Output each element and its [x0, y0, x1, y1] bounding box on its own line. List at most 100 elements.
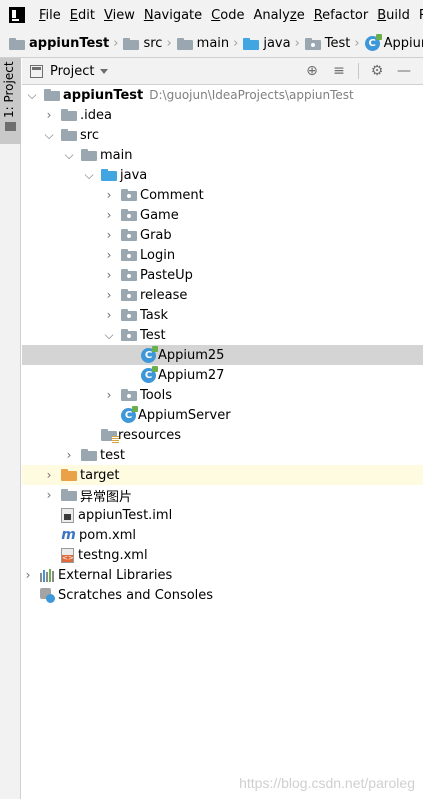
- excluded-folder-icon: [61, 469, 77, 481]
- source-folder-icon: [243, 37, 260, 50]
- package-icon: [121, 329, 137, 341]
- panel-title[interactable]: Project: [50, 64, 94, 79]
- tree-item-grab[interactable]: › Grab: [22, 225, 423, 245]
- gear-icon[interactable]: ⚙: [369, 63, 385, 79]
- libraries-icon: [40, 568, 55, 582]
- chevron-right-icon[interactable]: ›: [63, 448, 75, 462]
- chevron-right-icon: ›: [113, 36, 119, 51]
- tree-item-tools[interactable]: › Tools: [22, 385, 423, 405]
- package-icon: [121, 189, 137, 201]
- tree-item-error-images[interactable]: › 异常图片: [22, 485, 423, 505]
- java-class-icon: C: [141, 365, 158, 383]
- chevron-right-icon[interactable]: ›: [43, 488, 55, 502]
- folder-icon: [176, 37, 193, 50]
- package-icon: [121, 309, 137, 321]
- tree-item-task[interactable]: › Task: [22, 305, 423, 325]
- breadcrumb-appium25[interactable]: C Appium25: [364, 34, 423, 51]
- menu-build[interactable]: Build: [377, 8, 410, 23]
- chevron-down-icon[interactable]: ⌵: [63, 148, 75, 163]
- tree-item-main[interactable]: ⌵ main: [22, 145, 423, 165]
- folder-icon: [81, 449, 97, 461]
- tree-item-iml-file[interactable]: appiunTest.iml: [22, 505, 423, 525]
- tree-item-appium25[interactable]: C Appium25: [22, 345, 423, 365]
- project-tool-tab[interactable]: 1: Project: [0, 58, 21, 144]
- chevron-right-icon[interactable]: ›: [103, 188, 115, 202]
- chevron-right-icon[interactable]: ›: [103, 388, 115, 402]
- folder-icon: [5, 122, 16, 131]
- chevron-right-icon: ›: [166, 36, 172, 51]
- chevron-right-icon[interactable]: ›: [43, 468, 55, 482]
- chevron-down-icon[interactable]: ⌵: [26, 88, 38, 103]
- chevron-right-icon[interactable]: ›: [103, 268, 115, 282]
- menu-edit[interactable]: Edit: [70, 8, 95, 23]
- tree-item-appium27[interactable]: C Appium27: [22, 365, 423, 385]
- menu-file[interactable]: File: [39, 8, 61, 23]
- chevron-right-icon[interactable]: ›: [43, 108, 55, 122]
- menu-view[interactable]: View: [104, 8, 135, 23]
- tree-item-test-package[interactable]: ⌵ Test: [22, 325, 423, 345]
- chevron-down-icon[interactable]: ⌵: [83, 168, 95, 183]
- project-folder-icon: [9, 37, 25, 50]
- tree-item-game[interactable]: › Game: [22, 205, 423, 225]
- folder-icon: [61, 109, 77, 121]
- breadcrumb-test[interactable]: Test ›: [304, 36, 365, 51]
- folder-icon: [123, 37, 140, 50]
- hide-panel-icon[interactable]: —: [396, 63, 412, 79]
- breadcrumb-main[interactable]: main ›: [176, 36, 244, 51]
- tree-item-java[interactable]: ⌵ java: [22, 165, 423, 185]
- chevron-down-icon[interactable]: ⌵: [43, 128, 55, 143]
- java-class-icon: C: [141, 345, 158, 363]
- tree-item-project-root[interactable]: ⌵ appiunTest D:\guojun\IdeaProjects\appi…: [22, 85, 423, 105]
- chevron-right-icon[interactable]: ›: [103, 228, 115, 242]
- chevron-right-icon[interactable]: ›: [103, 208, 115, 222]
- tree-item-login[interactable]: › Login: [22, 245, 423, 265]
- tree-item-idea[interactable]: › .idea: [22, 105, 423, 125]
- tree-item-target[interactable]: › target: [22, 465, 423, 485]
- tool-window-strip: 1: Project: [0, 58, 21, 799]
- locate-file-icon[interactable]: ⊕: [304, 63, 320, 79]
- package-icon: [121, 289, 137, 301]
- chevron-right-icon[interactable]: ›: [103, 308, 115, 322]
- menu-code[interactable]: Code: [211, 8, 244, 23]
- chevron-right-icon[interactable]: ›: [103, 288, 115, 302]
- watermark: https://blog.csdn.net/paroleg: [239, 775, 415, 791]
- tree-item-resources[interactable]: resources: [22, 425, 423, 445]
- tree-item-src[interactable]: ⌵ src: [22, 125, 423, 145]
- menu-refactor[interactable]: Refactor: [314, 8, 369, 23]
- tree-item-pasteup[interactable]: › PasteUp: [22, 265, 423, 285]
- folder-icon: [61, 129, 77, 141]
- tree-item-testng[interactable]: testng.xml: [22, 545, 423, 565]
- tree-item-scratches[interactable]: Scratches and Consoles: [22, 585, 423, 605]
- tree-item-release[interactable]: › release: [22, 285, 423, 305]
- package-icon: [121, 209, 137, 221]
- folder-icon: [81, 149, 97, 161]
- breadcrumb-src[interactable]: src ›: [123, 36, 176, 51]
- menu-navigate[interactable]: Navigate: [144, 8, 202, 23]
- breadcrumb-project[interactable]: appiunTest ›: [9, 36, 123, 51]
- breadcrumb-java[interactable]: java ›: [243, 36, 304, 51]
- menu-analyze[interactable]: Analyze: [253, 8, 304, 23]
- chevron-down-icon[interactable]: ⌵: [103, 328, 115, 343]
- toolbar-divider: [358, 63, 359, 79]
- tree-item-pom[interactable]: m pom.xml: [22, 525, 423, 545]
- tree-item-comment[interactable]: › Comment: [22, 185, 423, 205]
- scratches-icon: [40, 587, 55, 603]
- chevron-right-icon[interactable]: ›: [22, 568, 34, 582]
- tree-item-external-libraries[interactable]: › External Libraries: [22, 565, 423, 585]
- package-icon: [121, 249, 137, 261]
- module-file-icon: [61, 507, 74, 523]
- xml-file-icon: [61, 547, 74, 563]
- tree-item-appiumserver[interactable]: C AppiumServer: [22, 405, 423, 425]
- source-folder-icon: [101, 169, 117, 181]
- project-path: D:\guojun\IdeaProjects\appiunTest: [149, 88, 354, 102]
- intellij-logo-icon: [9, 7, 25, 23]
- tree-item-test[interactable]: › test: [22, 445, 423, 465]
- menu-run[interactable]: Ru: [419, 8, 423, 23]
- chevron-down-icon[interactable]: [100, 68, 109, 74]
- chevron-right-icon: ›: [294, 36, 300, 51]
- maven-icon: m: [61, 527, 76, 543]
- collapse-all-icon[interactable]: ≡: [331, 63, 347, 79]
- chevron-right-icon[interactable]: ›: [103, 248, 115, 262]
- project-view-icon: [30, 64, 43, 78]
- project-panel-header: Project ⊕ ≡ ⚙ —: [22, 58, 423, 85]
